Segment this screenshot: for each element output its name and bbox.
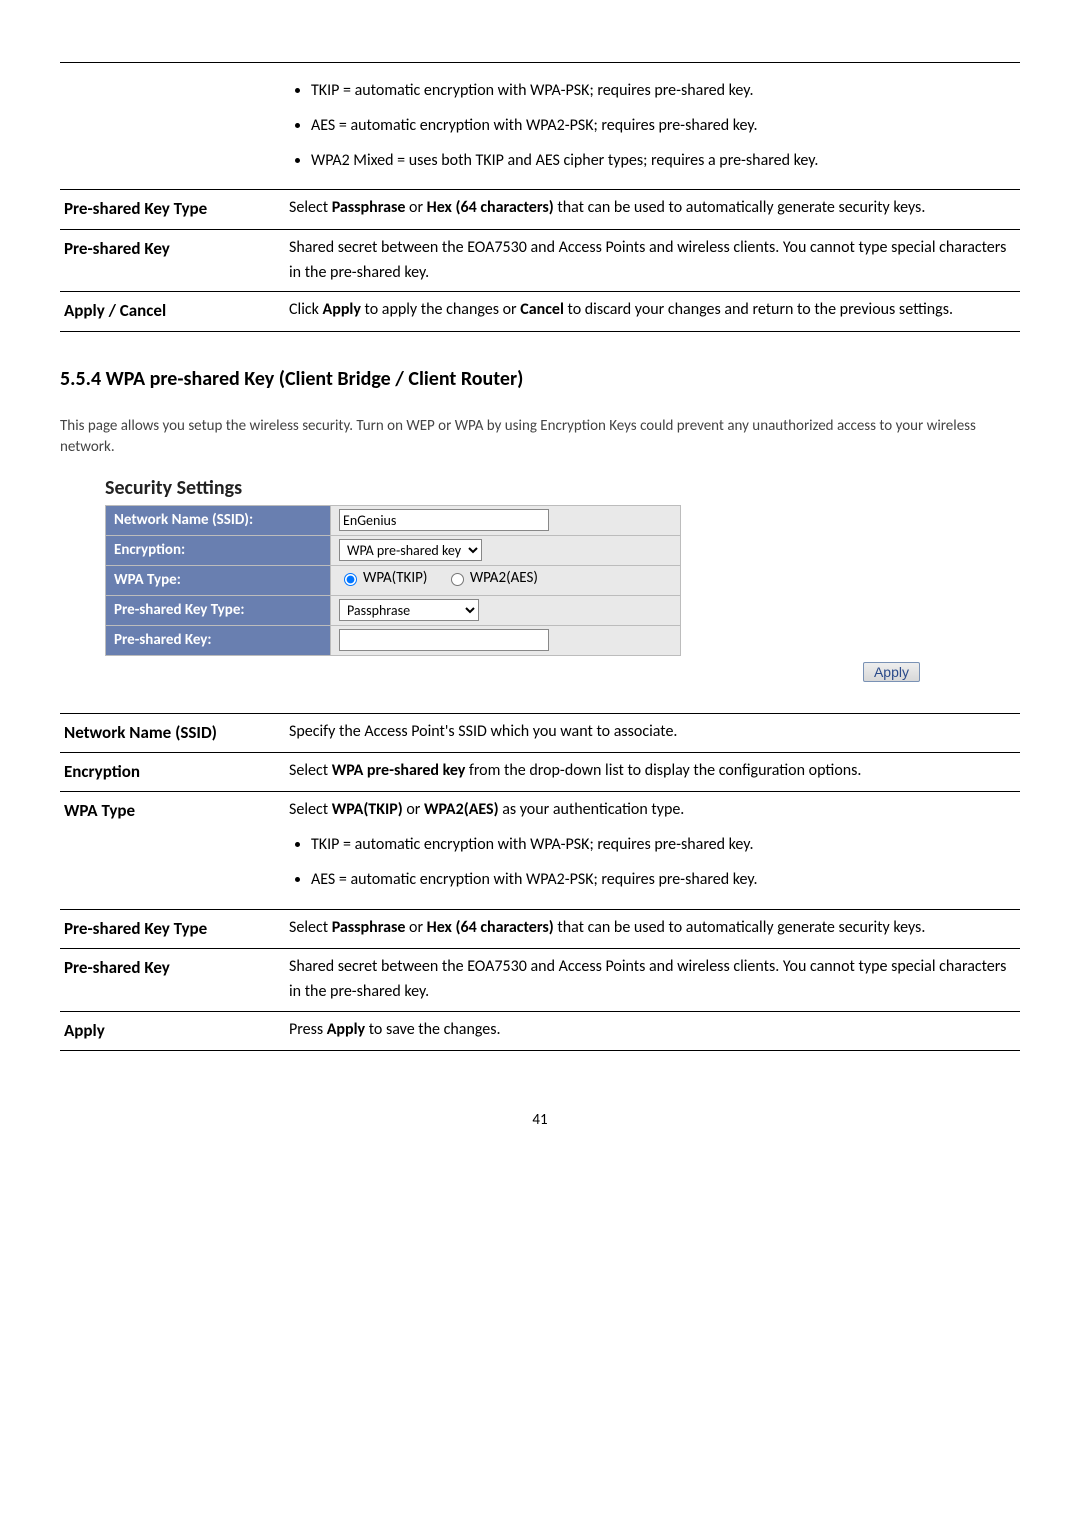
label-apply-2: Apply	[60, 1011, 285, 1050]
top-description-table: TKIP = automatic encryption with WPA-PSK…	[60, 50, 1020, 332]
form-label-pskt: Pre-shared Key Type:	[106, 595, 331, 625]
wpa-tkip-label: WPA(TKIP)	[363, 569, 427, 587]
wpa2-aes-label: WPA2(AES)	[470, 569, 538, 587]
form-label-wpa-type: WPA Type:	[106, 565, 331, 595]
desc-psk-2: Shared secret between the EOA7530 and Ac…	[285, 949, 1020, 1012]
label-wpa-type-desc: WPA Type	[60, 792, 285, 909]
security-settings-heading: Security Settings	[105, 476, 1020, 500]
bullet-wpa2-mixed: WPA2 Mixed = uses both TKIP and AES ciph…	[311, 149, 1016, 174]
psk-type-select[interactable]: Passphrase	[339, 599, 479, 621]
wpa2-aes-radio[interactable]	[451, 573, 464, 586]
label-encryption-desc: Encryption	[60, 753, 285, 792]
intro-text: This page allows you setup the wireless …	[60, 416, 1020, 458]
label-network-name: Network Name (SSID)	[60, 713, 285, 752]
label-apply-cancel: Apply / Cancel	[60, 292, 285, 331]
wpa-tkip-radio[interactable]	[344, 573, 357, 586]
desc-wpa-type: Select WPA(TKIP) or WPA2(AES) as your au…	[285, 792, 1020, 909]
section-heading: 5.5.4 WPA pre-shared Key (Client Bridge …	[60, 367, 1020, 391]
form-label-psk: Pre-shared Key:	[106, 625, 331, 655]
bullet-tkip: TKIP = automatic encryption with WPA-PSK…	[311, 79, 1016, 104]
label-pskt-2: Pre-shared Key Type	[60, 909, 285, 948]
desc-apply-cancel: Click Apply to apply the changes or Canc…	[285, 292, 1020, 331]
security-settings-form: Network Name (SSID): Encryption: WPA pre…	[105, 505, 681, 656]
bullet-aes-2: AES = automatic encryption with WPA2-PSK…	[311, 868, 1016, 893]
label-pre-shared-key-type: Pre-shared Key Type	[60, 190, 285, 229]
form-label-encryption: Encryption:	[106, 535, 331, 565]
desc-network-name: Specify the Access Point's SSID which yo…	[285, 713, 1020, 752]
bullet-aes: AES = automatic encryption with WPA2-PSK…	[311, 114, 1016, 139]
page-number: 41	[60, 1111, 1020, 1129]
desc-pre-shared-key: Shared secret between the EOA7530 and Ac…	[285, 229, 1020, 292]
desc-encryption: Select WPA pre-shared key from the drop-…	[285, 753, 1020, 792]
label-pre-shared-key: Pre-shared Key	[60, 229, 285, 292]
desc-pskt-2: Select Passphrase or Hex (64 characters)…	[285, 909, 1020, 948]
desc-apply-2: Press Apply to save the changes.	[285, 1011, 1020, 1050]
ssid-input[interactable]	[339, 509, 549, 531]
apply-button[interactable]: Apply	[863, 662, 920, 682]
label-psk-2: Pre-shared Key	[60, 949, 285, 1012]
desc-pre-shared-key-type: Select Passphrase or Hex (64 characters)…	[285, 190, 1020, 229]
bullet-tkip-2: TKIP = automatic encryption with WPA-PSK…	[311, 833, 1016, 858]
form-label-ssid: Network Name (SSID):	[106, 505, 331, 535]
encryption-select[interactable]: WPA pre-shared key	[339, 539, 482, 561]
bottom-description-table: Network Name (SSID) Specify the Access P…	[60, 701, 1020, 1051]
psk-input[interactable]	[339, 629, 549, 651]
